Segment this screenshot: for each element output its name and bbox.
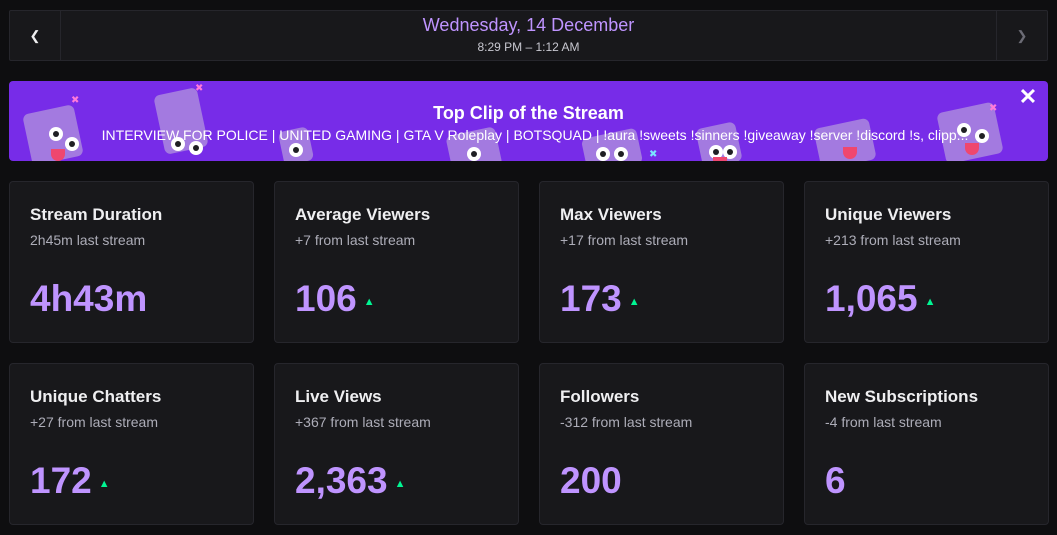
trend-up-icon: ▲ — [363, 296, 375, 308]
trend-up-icon: ▲ — [394, 478, 406, 490]
stat-value-row: 2,363 ▲ — [295, 460, 405, 502]
next-stream-button[interactable]: ❯ — [996, 11, 1047, 60]
stat-title: Followers — [560, 387, 640, 406]
stat-value: 200 — [560, 460, 622, 501]
stat-comparison: +27 from last stream — [30, 414, 158, 430]
stat-comparison: +17 from last stream — [560, 232, 688, 248]
stat-comparison: 2h45m last stream — [30, 232, 146, 248]
stat-value: 1,065 — [825, 278, 918, 319]
stat-title: Unique Chatters — [30, 387, 162, 406]
stat-card: Average Viewers +7 from last stream 106 ▲ — [274, 181, 519, 343]
stat-value-row: 200 — [560, 460, 622, 502]
stat-comparison: +367 from last stream — [295, 414, 431, 430]
sparkle-icon: ✖ — [649, 149, 658, 160]
date-navigation-bar: ❮ Wednesday, 14 December 8:29 PM – 1:12 … — [9, 10, 1048, 61]
stat-value: 4h43m — [30, 278, 148, 319]
stat-comparison: +7 from last stream — [295, 232, 416, 248]
stat-value: 106 — [295, 278, 357, 319]
stat-card: Followers -312 from last stream 200 — [539, 363, 784, 525]
stat-comparison: -4 from last stream — [825, 414, 942, 430]
trend-up-icon: ▲ — [98, 478, 110, 490]
trend-up-icon: ▲ — [628, 296, 640, 308]
stat-card: Unique Viewers +213 from last stream 1,065… — [804, 181, 1049, 343]
stat-title: Stream Duration — [30, 205, 163, 224]
stat-value: 172 — [30, 460, 92, 501]
close-banner-button[interactable]: ✕ — [1018, 84, 1038, 109]
stat-title: Max Viewers — [560, 205, 662, 224]
stat-comparison: +213 from last stream — [825, 232, 961, 248]
stat-title: Unique Viewers — [825, 205, 952, 224]
stat-title: Average Viewers — [295, 205, 431, 224]
stat-value-row: 172 ▲ — [30, 460, 110, 502]
close-icon: ✕ — [1018, 84, 1038, 109]
stat-card: Stream Duration 2h45m last stream 4h43m — [9, 181, 254, 343]
stat-title: Live Views — [295, 387, 382, 406]
stat-card: Max Viewers +17 from last stream 173 ▲ — [539, 181, 784, 343]
stat-card: Live Views +367 from last stream 2,363 ▲ — [274, 363, 519, 525]
stat-value-row: 4h43m — [30, 278, 147, 320]
banner-title: Top Clip of the Stream — [433, 103, 624, 123]
stat-card: New Subscriptions -4 from last stream 6 — [804, 363, 1049, 525]
stat-value-row: 106 ▲ — [295, 278, 375, 320]
sparkle-icon: ✖ — [195, 83, 204, 94]
stat-value: 173 — [560, 278, 622, 319]
chevron-right-icon: ❯ — [1016, 27, 1028, 43]
stat-value-row: 173 ▲ — [560, 278, 640, 320]
stat-value: 6 — [825, 460, 846, 501]
stat-value: 2,363 — [295, 460, 388, 501]
stat-value-row: 6 — [825, 460, 846, 502]
stream-date: Wednesday, 14 December — [422, 15, 635, 35]
top-clip-banner[interactable]: ✖ ✖ ✖ ✖ Top Clip of the Stream INTERVIEW… — [9, 81, 1048, 161]
stat-comparison: -312 from last stream — [560, 414, 693, 430]
top-clip-title-link[interactable]: INTERVIEW FOR POLICE | UNITED GAMING | G… — [84, 127, 986, 143]
stat-card: Unique Chatters +27 from last stream 172 ▲ — [9, 363, 254, 525]
stat-title: New Subscriptions — [825, 387, 979, 406]
stream-time-range: 8:29 PM – 1:12 AM — [477, 40, 580, 54]
stat-value-row: 1,065 ▲ — [825, 278, 935, 320]
trend-up-icon: ▲ — [924, 296, 936, 308]
